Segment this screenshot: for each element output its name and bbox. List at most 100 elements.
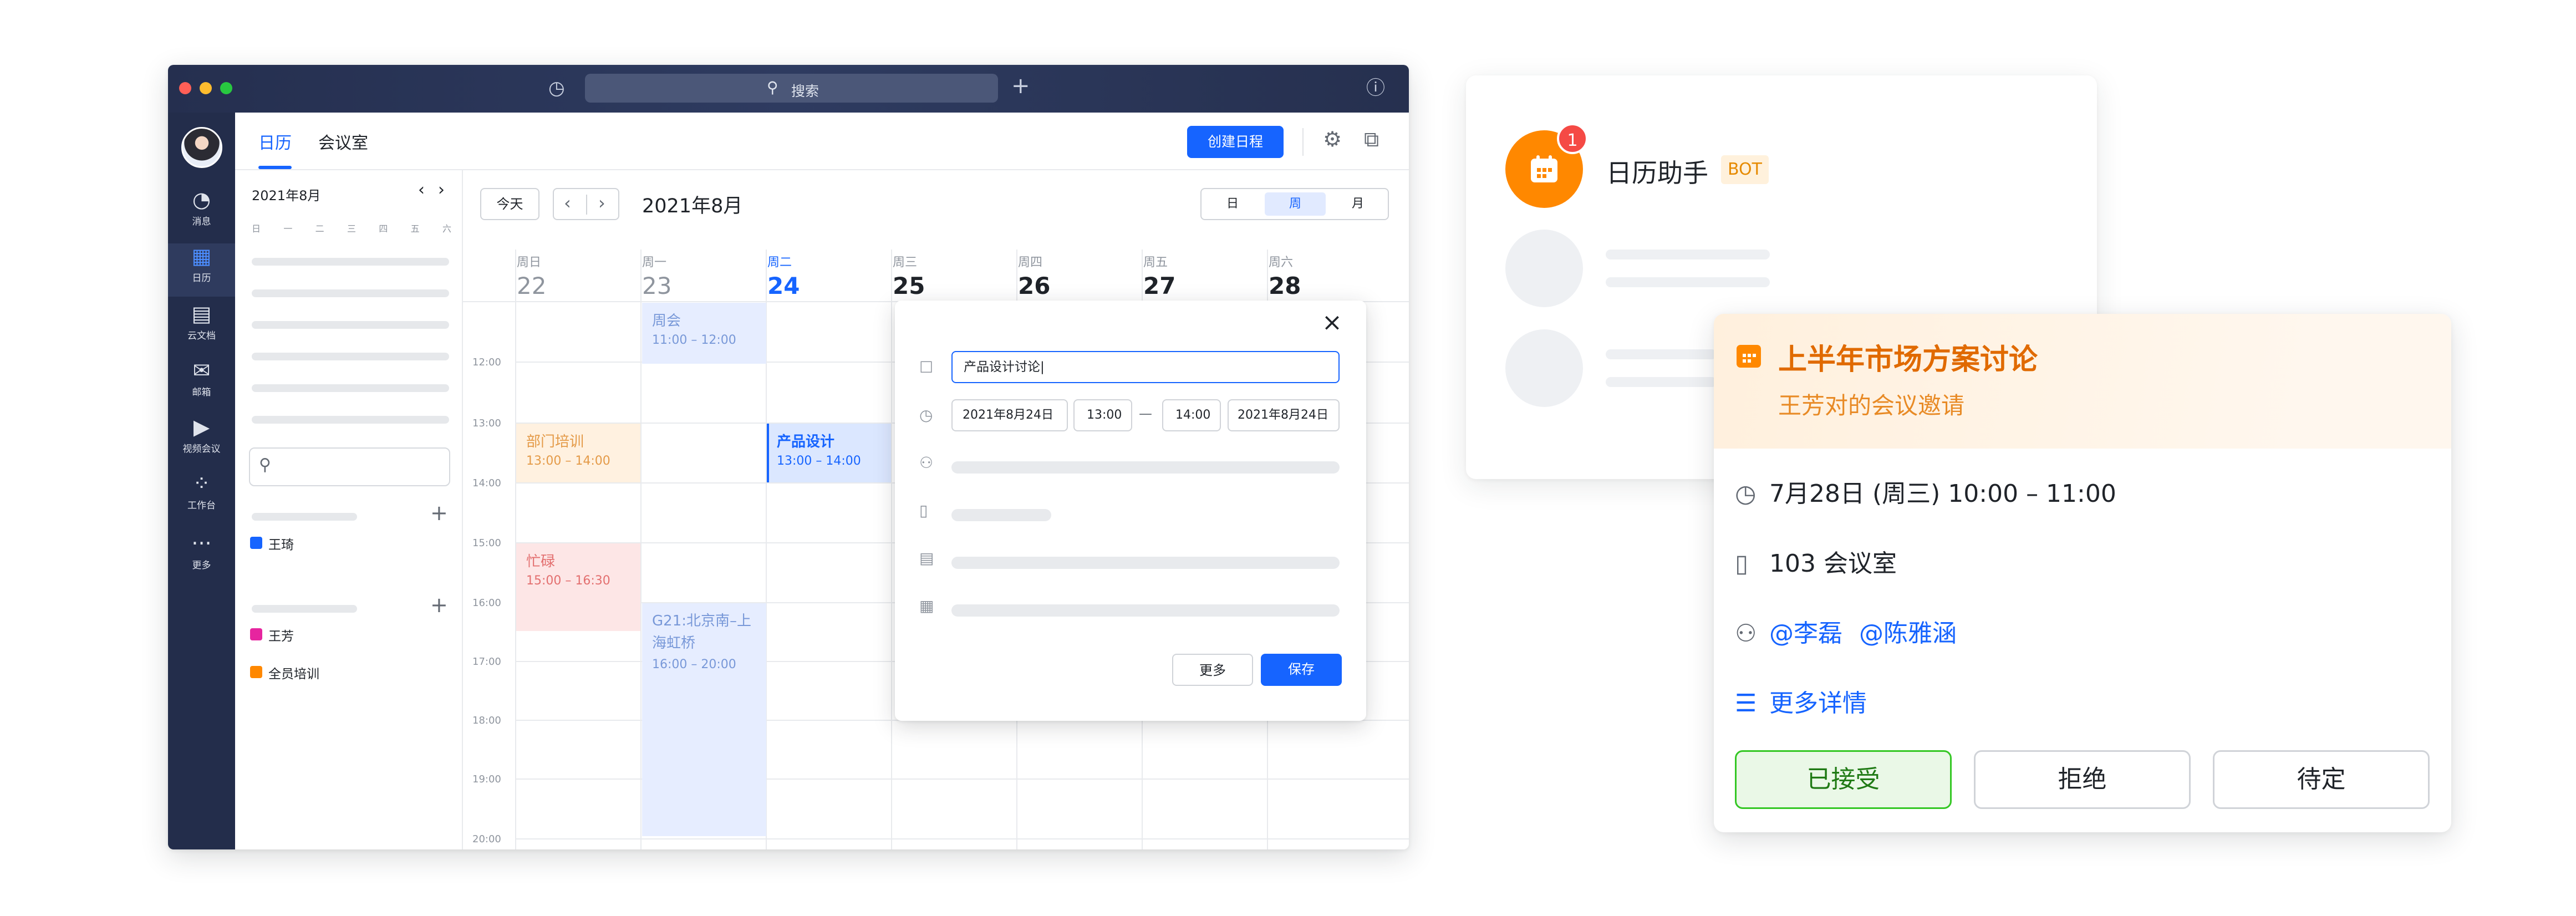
nav-label: 消息 bbox=[192, 216, 211, 227]
today-button[interactable]: 今天 bbox=[480, 188, 539, 220]
clock-icon: ◷ bbox=[1735, 480, 1757, 508]
more-options-button[interactable]: 更多 bbox=[1172, 654, 1253, 686]
event-train-g21[interactable]: G21:北京南–上海虹桥 16:00 – 20:00 bbox=[642, 603, 766, 836]
more-details-link[interactable]: 更多详情 bbox=[1769, 689, 1867, 717]
nav-item-messages[interactable]: ◔ 消息 bbox=[168, 187, 235, 240]
mini-calendar-placeholder bbox=[252, 321, 449, 329]
start-date-field[interactable]: 2021年8月24日 bbox=[951, 399, 1068, 431]
decline-button[interactable]: 拒绝 bbox=[1974, 750, 2191, 809]
day-header-sun[interactable]: 周日 22 bbox=[517, 252, 642, 314]
group-title-placeholder bbox=[252, 513, 357, 521]
chevron-right-icon[interactable]: › bbox=[438, 180, 445, 200]
gear-icon[interactable]: ⚙ bbox=[1323, 127, 1342, 151]
attendees-placeholder[interactable] bbox=[951, 461, 1340, 474]
search-icon: ⚲ bbox=[767, 78, 778, 96]
chevron-right-icon[interactable]: › bbox=[598, 192, 605, 213]
save-button[interactable]: 保存 bbox=[1261, 654, 1342, 686]
time-label: 12:00 bbox=[472, 357, 501, 368]
event-weekly-meeting[interactable]: 周会 11:00 – 12:00 bbox=[642, 303, 766, 364]
calendar-icon bbox=[1531, 155, 1557, 182]
nav-item-docs[interactable]: ▤ 云文档 bbox=[168, 301, 235, 354]
end-time-field[interactable]: 14:00 bbox=[1162, 399, 1221, 431]
nav-item-video-meeting[interactable]: ▶ 视频会议 bbox=[168, 414, 235, 467]
avatar[interactable] bbox=[181, 127, 222, 168]
day-header-tue-today[interactable]: 周二 24 bbox=[767, 252, 893, 314]
room-placeholder[interactable] bbox=[951, 509, 1051, 521]
event-busy[interactable]: 忙碌 15:00 – 16:30 bbox=[516, 543, 640, 631]
meeting-invitation-card: 上半年市场方案讨论 王芳对的会议邀请 ◷ 7月28日 (周三) 10:00 – 1… bbox=[1714, 314, 2451, 832]
date-number: 26 bbox=[1018, 272, 1051, 299]
view-month-button[interactable]: 月 bbox=[1327, 189, 1389, 219]
time-range-dash: — bbox=[1139, 406, 1152, 421]
date-number: 25 bbox=[893, 272, 925, 299]
door-icon: ▯ bbox=[1735, 549, 1749, 578]
event-title-input[interactable]: 产品设计讨论| bbox=[951, 351, 1340, 383]
search-placeholder: 搜索 bbox=[791, 83, 819, 99]
weekday-label: 日 bbox=[252, 223, 261, 234]
nav-item-workplace[interactable]: ⁘ 工作台 bbox=[168, 471, 235, 524]
window-share-icon[interactable]: ⧉ bbox=[1364, 127, 1379, 152]
weekday-label: 五 bbox=[410, 223, 420, 234]
start-time-field[interactable]: 13:00 bbox=[1073, 399, 1132, 431]
close-icon[interactable]: × bbox=[1322, 308, 1342, 337]
weekday-label: 周五 bbox=[1143, 256, 1168, 269]
event-department-training[interactable]: 部门培训 13:00 – 14:00 bbox=[516, 424, 640, 482]
checkbox-square-icon: ☐ bbox=[919, 358, 934, 376]
event-title: 部门培训 bbox=[526, 434, 584, 450]
nav-item-mail[interactable]: ✉ 邮箱 bbox=[168, 358, 235, 411]
invite-more-details-row[interactable]: ☰ 更多详情 bbox=[1735, 683, 1867, 719]
nav-item-more[interactable]: ··· 更多 bbox=[168, 531, 235, 584]
nav-item-calendar[interactable]: ▦ 日历 bbox=[168, 243, 235, 297]
invite-attendees-row: ⚇ @李磊 @陈雅涵 bbox=[1735, 613, 1957, 649]
weekday-label: 周二 bbox=[767, 256, 792, 269]
clock-icon: ◷ bbox=[919, 406, 933, 424]
maximize-window-button[interactable] bbox=[220, 82, 232, 94]
mini-calendar-placeholder bbox=[252, 384, 449, 392]
attendee-mention[interactable]: @陈雅涵 bbox=[1859, 619, 1957, 648]
accept-button[interactable]: 已接受 bbox=[1735, 750, 1952, 809]
mini-calendar-placeholder bbox=[252, 416, 449, 424]
add-calendar-plus-icon[interactable]: + bbox=[430, 501, 448, 525]
weekday-label: 六 bbox=[442, 223, 451, 234]
chevron-left-icon[interactable]: ‹ bbox=[418, 180, 425, 200]
invite-room-row: ▯ 103 会议室 bbox=[1735, 543, 1897, 579]
room-icon: ▯ bbox=[919, 501, 928, 520]
close-window-button[interactable] bbox=[179, 82, 191, 94]
history-icon[interactable]: ◷ bbox=[548, 77, 565, 99]
calendar-checkbox[interactable] bbox=[250, 628, 262, 640]
description-icon: ▤ bbox=[919, 549, 934, 567]
create-event-button[interactable]: 创建日程 bbox=[1187, 126, 1284, 158]
calendar-icon bbox=[1737, 345, 1761, 368]
tentative-button[interactable]: 待定 bbox=[2213, 750, 2430, 809]
invite-time-row: ◷ 7月28日 (周三) 10:00 – 11:00 bbox=[1735, 474, 2116, 509]
plus-icon[interactable]: + bbox=[1011, 75, 1030, 97]
tab-calendar[interactable]: 日历 bbox=[258, 129, 292, 154]
event-time: 16:00 – 20:00 bbox=[652, 658, 736, 671]
minimize-window-button[interactable] bbox=[200, 82, 212, 94]
view-week-button[interactable]: 周 bbox=[1265, 192, 1326, 216]
calendar-checkbox[interactable] bbox=[250, 537, 262, 549]
view-day-button[interactable]: 日 bbox=[1202, 189, 1264, 219]
calendar-select-placeholder[interactable] bbox=[951, 604, 1340, 617]
calendar-search-input[interactable]: ⚲ bbox=[249, 447, 450, 486]
mini-calendar-month: 2021年8月 bbox=[252, 188, 321, 203]
description-placeholder[interactable] bbox=[951, 557, 1340, 569]
list-icon: ☰ bbox=[1735, 689, 1757, 717]
weekday-label: 四 bbox=[379, 223, 388, 234]
search-input[interactable]: ⚲ 搜索 bbox=[585, 74, 998, 103]
grid-column-line bbox=[640, 250, 642, 849]
attendee-mention[interactable]: @李磊 bbox=[1769, 619, 1842, 648]
chevron-left-icon[interactable]: ‹ bbox=[564, 192, 571, 213]
grid-column-line bbox=[891, 250, 892, 849]
attendees-icon: ⚇ bbox=[1735, 619, 1757, 648]
end-date-field[interactable]: 2021年8月24日 bbox=[1228, 399, 1340, 431]
calendar-checkbox[interactable] bbox=[250, 666, 262, 678]
weekday-label: 周三 bbox=[893, 256, 918, 269]
nav-label: 更多 bbox=[192, 560, 211, 571]
date-number: 24 bbox=[767, 272, 800, 299]
event-product-design[interactable]: 产品设计 13:00 – 14:00 bbox=[767, 424, 891, 482]
tab-meeting-room[interactable]: 会议室 bbox=[318, 129, 368, 154]
help-icon[interactable]: ⓘ bbox=[1366, 77, 1385, 99]
add-calendar-plus-icon[interactable]: + bbox=[430, 593, 448, 617]
placeholder-line bbox=[1606, 349, 1717, 359]
